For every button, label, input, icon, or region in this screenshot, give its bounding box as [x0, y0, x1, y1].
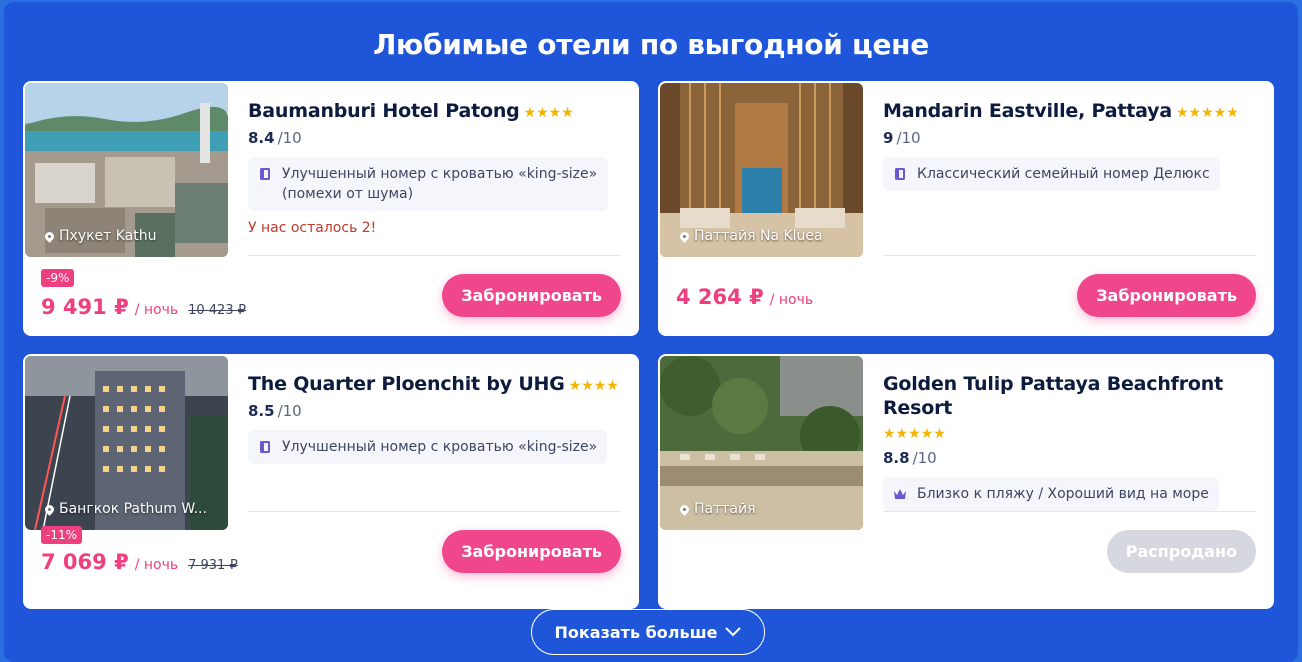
hotel-name[interactable]: The Quarter Ploenchit by UHG ★★★★: [248, 372, 621, 398]
sold-out-button[interactable]: Распродано: [1106, 530, 1256, 573]
hotel-photo[interactable]: Паттайя Na Kluea: [660, 83, 863, 257]
hotel-location: Паттайя Na Kluea: [678, 228, 823, 244]
price: 4 264 ₽ / ночь: [676, 285, 814, 309]
door-icon: [895, 168, 905, 180]
star-rating-icon: ★★★★★: [1175, 105, 1239, 121]
hotel-photo[interactable]: Паттайя: [660, 356, 863, 530]
location-pin-icon: [43, 229, 56, 243]
chevron-down-icon: [725, 627, 742, 637]
book-button[interactable]: Забронировать: [442, 274, 621, 317]
divider: [248, 511, 621, 512]
hotel-card[interactable]: Паттайя Golden Tulip Pattaya Beachfront …: [658, 354, 1274, 609]
section-title: Любимые отели по выгодной цене: [373, 28, 929, 61]
divider: [883, 255, 1256, 256]
room-feature: Классический семейный номер Делюкс: [883, 157, 1220, 191]
location-pin-icon: [678, 502, 691, 516]
room-feature: Улучшенный номер с кроватью «king-size» …: [248, 157, 608, 211]
rating: 8.8/10: [883, 449, 937, 467]
hotel-card[interactable]: Бангкок Pathum W... The Quarter Ploenchi…: [23, 354, 639, 609]
star-rating-icon: ★★★★★: [883, 426, 946, 442]
hotel-card[interactable]: Паттайя Na Kluea Mandarin Eastville, Pat…: [658, 81, 1274, 336]
rating: 8.4/10: [248, 129, 302, 147]
old-price: 7 931 ₽: [188, 558, 238, 573]
price: 7 069 ₽ / ночь 7 931 ₽: [41, 550, 238, 574]
crown-icon: [894, 489, 906, 499]
hotel-location: Пхукет Kathu: [43, 228, 157, 244]
room-feature: Улучшенный номер с кроватью «king-size»: [248, 430, 608, 464]
hotel-name[interactable]: Golden Tulip Pattaya Beachfront Resort ★★…: [883, 372, 1256, 446]
star-rating-icon: ★★★★: [568, 378, 619, 394]
star-rating-icon: ★★★★: [523, 105, 574, 121]
availability-warning: У нас осталось 2!: [248, 220, 377, 236]
hotel-card[interactable]: Пхукет Kathu Baumanburi Hotel Patong ★★★★…: [23, 81, 639, 336]
hotel-photo[interactable]: Бангкок Pathum W...: [25, 356, 228, 530]
discount-badge: -9%: [41, 269, 75, 287]
location-pin-icon: [678, 229, 691, 243]
divider: [248, 255, 621, 256]
hotel-name[interactable]: Baumanburi Hotel Patong ★★★★: [248, 99, 621, 125]
hotel-name[interactable]: Mandarin Eastville, Pattaya ★★★★★: [883, 99, 1256, 125]
price: 9 491 ₽ / ночь 10 423 ₽: [41, 295, 246, 319]
book-button[interactable]: Забронировать: [442, 530, 621, 573]
old-price: 10 423 ₽: [188, 303, 246, 318]
location-pin-icon: [43, 502, 56, 516]
hotels-section: Любимые отели по выгодной цене Пхукет Ka…: [4, 2, 1298, 662]
book-button[interactable]: Забронировать: [1077, 274, 1256, 317]
hotel-photo[interactable]: Пхукет Kathu: [25, 83, 228, 257]
hotel-location: Бангкок Pathum W...: [43, 501, 207, 517]
door-icon: [260, 168, 270, 180]
room-feature: Близко к пляжу / Хороший вид на море: [883, 477, 1219, 511]
hotel-location: Паттайя: [678, 501, 756, 517]
rating: 8.5/10: [248, 402, 302, 420]
discount-badge: -11%: [41, 526, 83, 544]
rating: 9/10: [883, 129, 921, 147]
divider: [883, 511, 1256, 512]
show-more-button[interactable]: Показать больше: [531, 609, 765, 655]
door-icon: [260, 441, 270, 453]
